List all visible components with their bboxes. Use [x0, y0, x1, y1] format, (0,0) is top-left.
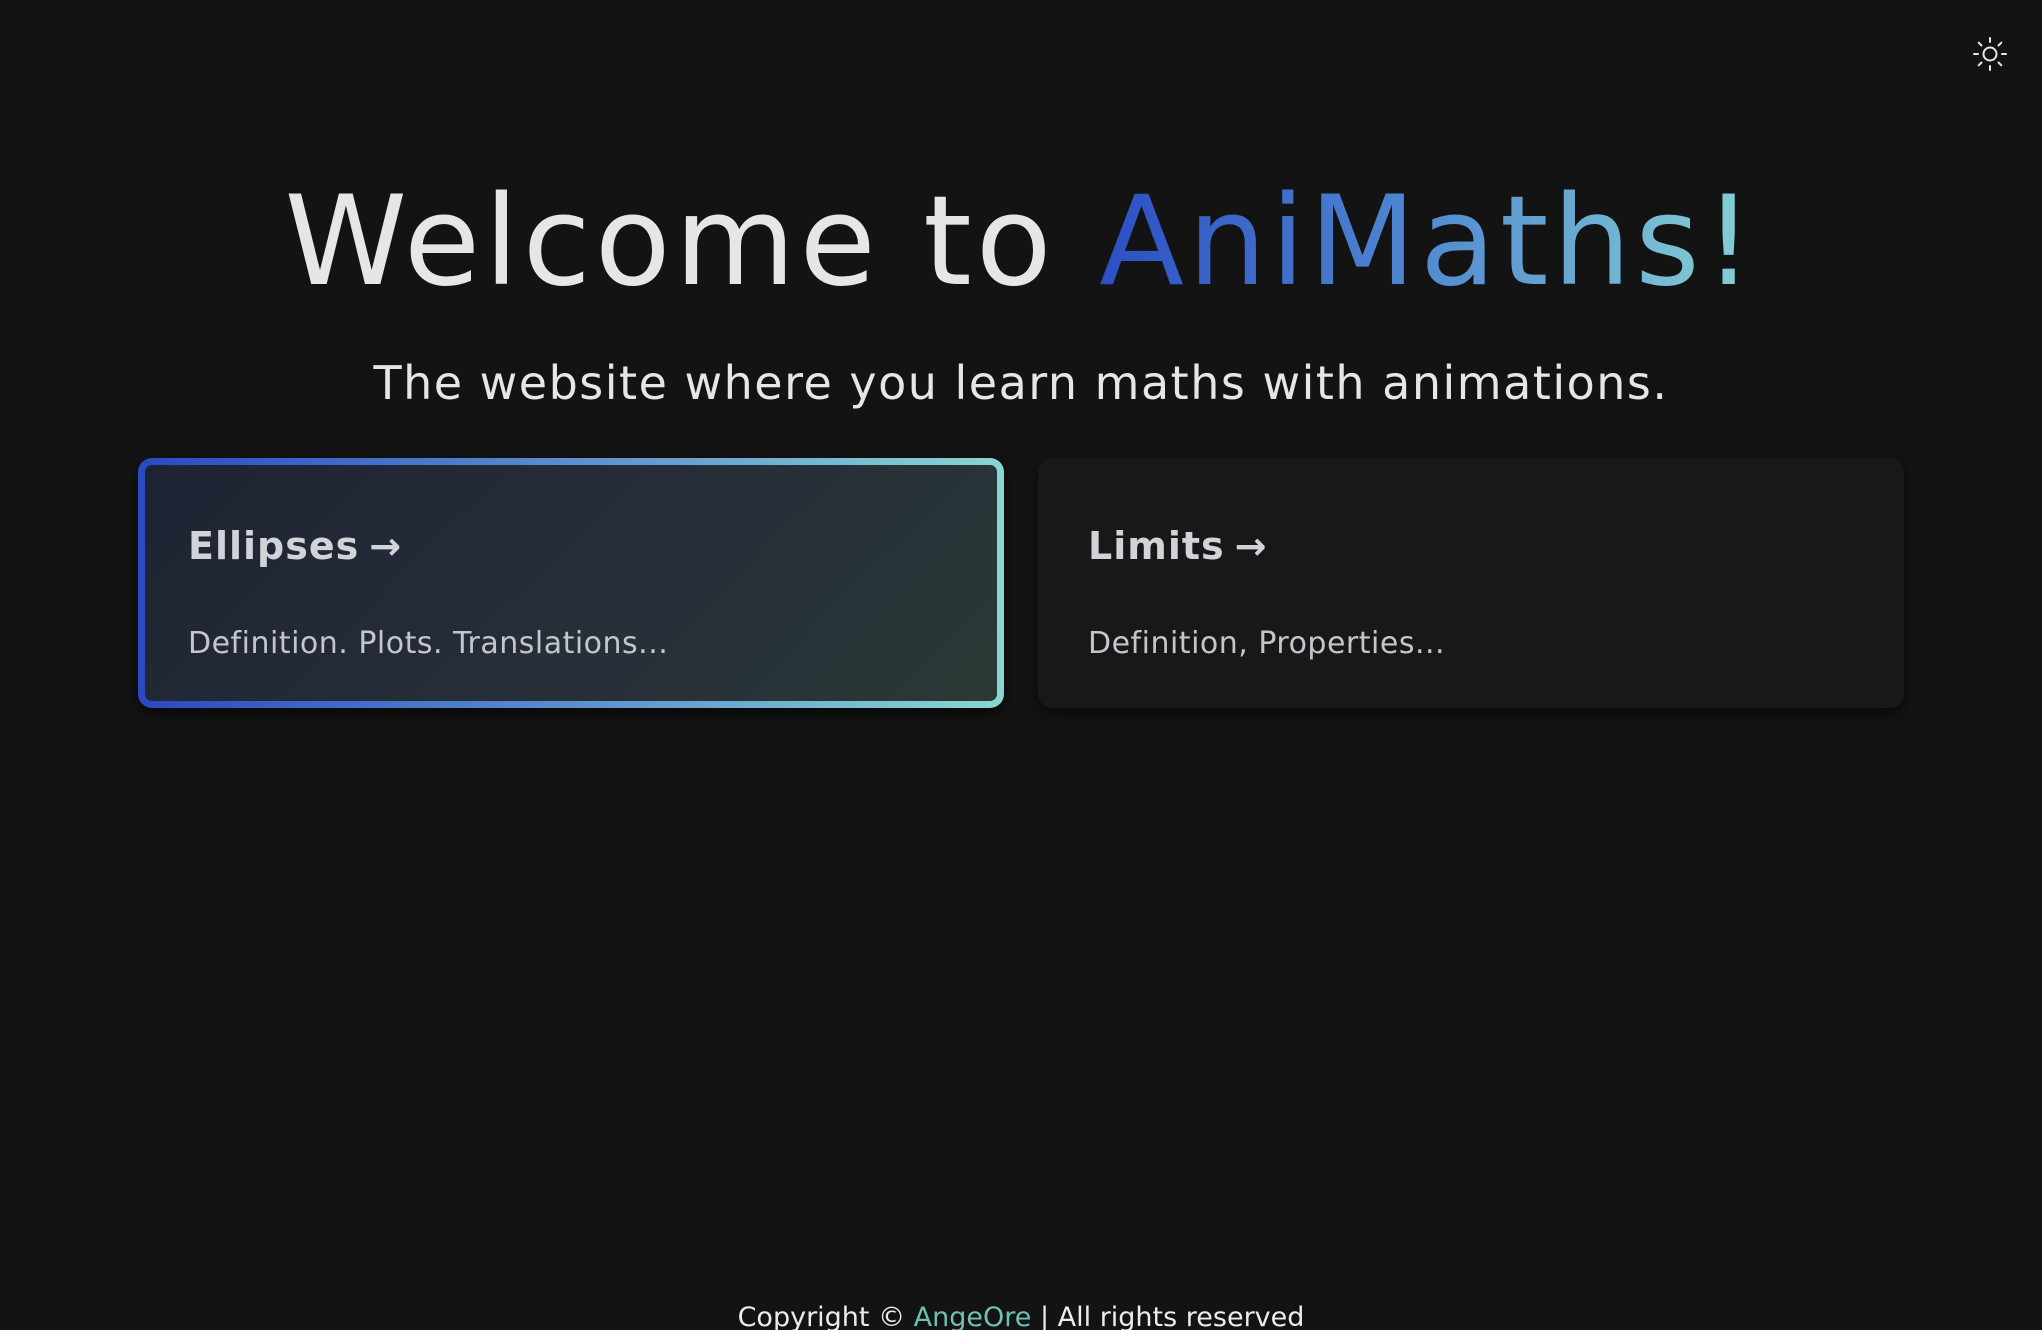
card-title-text: Limits [1088, 524, 1225, 568]
home-page: Welcome to AniMaths! The website where y… [0, 0, 2042, 1330]
card-ellipses[interactable]: Ellipses → Definition. Plots. Translation… [138, 458, 1004, 708]
card-limits[interactable]: Limits → Definition, Properties... [1038, 458, 1904, 708]
card-title: Ellipses → [188, 524, 402, 568]
sun-icon [1972, 36, 2008, 72]
card-description: Definition, Properties... [1088, 626, 1446, 661]
footer-author-link[interactable]: AngeOre [914, 1302, 1032, 1330]
page-title: Welcome to AniMaths! [0, 168, 2042, 317]
card-title-text: Ellipses [188, 524, 360, 568]
footer-copyright: Copyright © [737, 1302, 914, 1330]
arrow-right-icon: → [1234, 524, 1268, 568]
topic-cards: Ellipses → Definition. Plots. Translation… [138, 458, 1904, 708]
page-subtitle: The website where you learn maths with a… [373, 356, 1669, 410]
footer: Copyright © AngeOre | All rights reserve… [0, 1302, 2042, 1330]
card-description: Definition. Plots. Translations... [188, 626, 669, 661]
brand-name: AniMaths! [1099, 170, 1758, 314]
title-prefix: Welcome to [284, 170, 1100, 314]
arrow-right-icon: → [369, 524, 403, 568]
footer-rights: | All rights reserved [1031, 1302, 1305, 1330]
theme-toggle-button[interactable] [1972, 36, 2008, 72]
card-title: Limits → [1088, 524, 1268, 568]
